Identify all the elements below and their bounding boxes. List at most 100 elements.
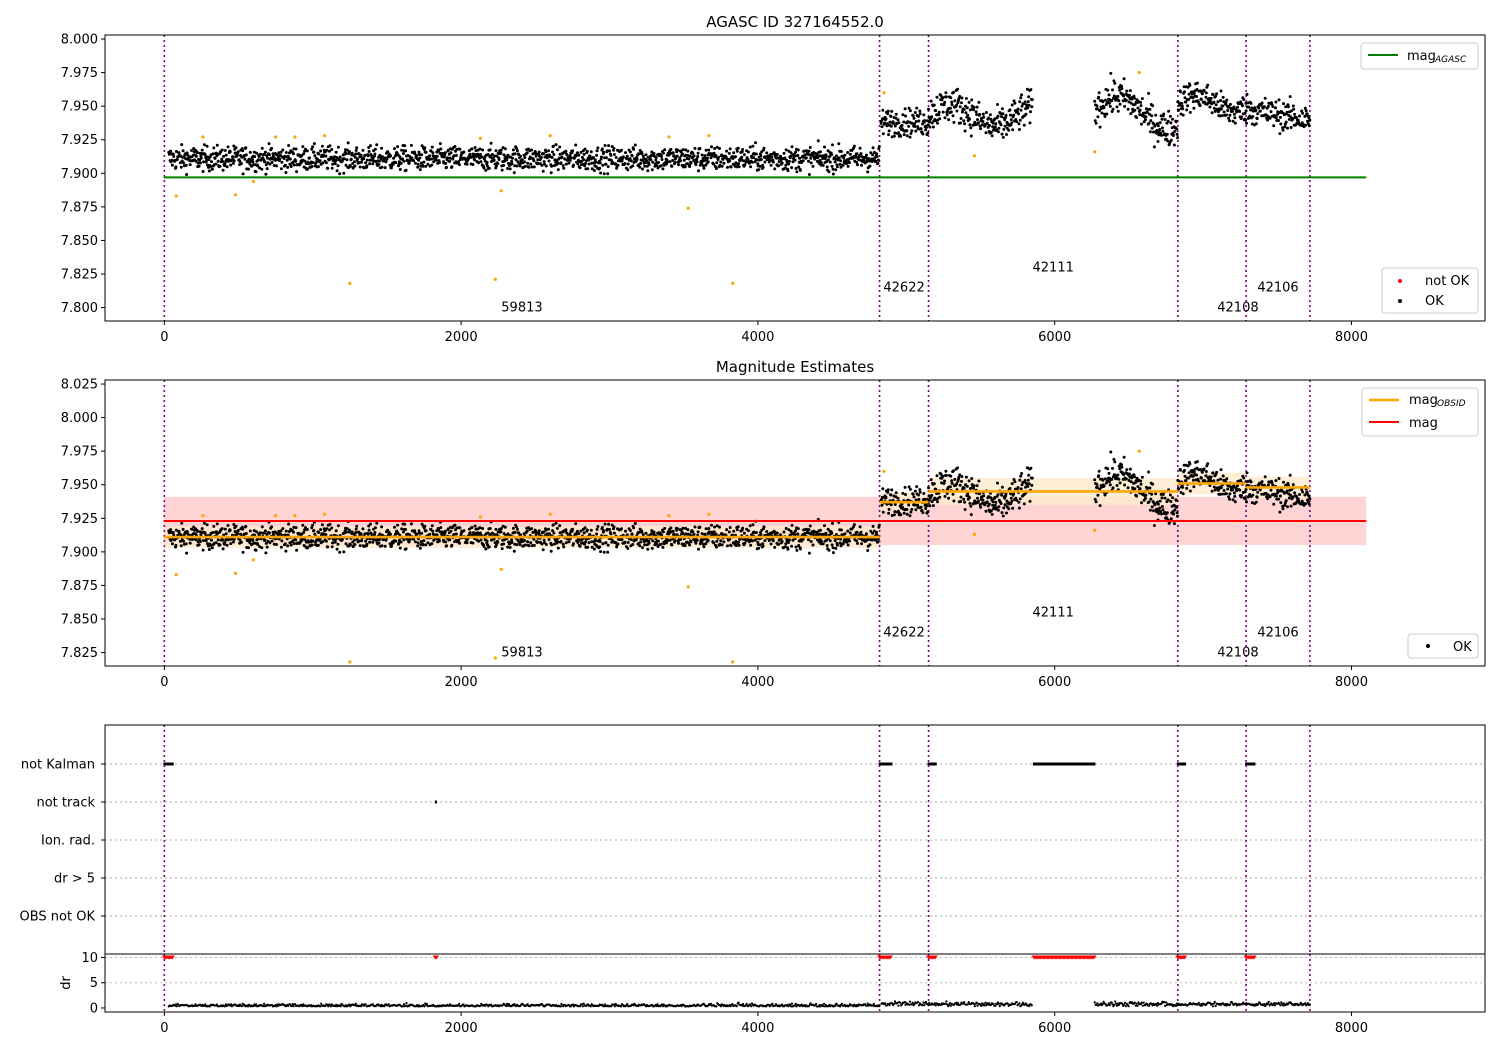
p1-ok-point xyxy=(762,146,766,150)
p2-outlier-point xyxy=(174,573,178,577)
p2-ok-point xyxy=(400,527,404,531)
p2-ok-point xyxy=(761,542,765,546)
p1-ok-point xyxy=(248,150,252,154)
p1-obsid-label: 42108 xyxy=(1217,301,1258,316)
p2-ok-point xyxy=(1211,471,1215,475)
p2-ok-point xyxy=(170,542,174,546)
p2-ok-point xyxy=(1000,485,1004,489)
p1-ok-point xyxy=(373,147,377,151)
p2-outlier-point xyxy=(274,514,278,518)
p2-ok-point xyxy=(465,541,469,545)
p1-ok-point xyxy=(415,154,419,158)
p1-ok-point xyxy=(881,108,885,112)
p1-ok-point xyxy=(795,170,799,174)
p1-ok-point xyxy=(1269,110,1273,114)
p1-ok-point xyxy=(1236,105,1239,109)
p1-ok-point xyxy=(915,106,919,110)
p2-obsid-label: 42108 xyxy=(1217,646,1258,661)
p2-ok-point xyxy=(881,487,885,491)
p1-ok-point xyxy=(503,147,507,151)
p1-ok-point xyxy=(442,155,446,159)
p1-outlier-point xyxy=(293,135,297,139)
p1-ok-point xyxy=(260,146,264,150)
p2-ok-point xyxy=(735,528,739,532)
p2-ok-point xyxy=(796,532,800,536)
p1-ok-point xyxy=(886,109,890,113)
p2-ok-point xyxy=(732,529,736,533)
p1-ok-point xyxy=(932,103,936,107)
p1-ok-point xyxy=(1214,103,1218,107)
p2-ok-point xyxy=(1195,473,1198,477)
p1-ok-point xyxy=(654,158,658,162)
p2-ok-point xyxy=(736,525,740,529)
p1-ok-point xyxy=(668,160,672,164)
p2-ok-point xyxy=(1002,506,1006,510)
p2-ok-point xyxy=(550,543,554,547)
p2-ok-point xyxy=(959,495,963,499)
p1-ok-point xyxy=(970,98,974,102)
p1-ok-point xyxy=(917,114,920,118)
p2-ok-point xyxy=(966,492,970,496)
p1-ok-point xyxy=(643,164,647,168)
p2-ok-point xyxy=(630,532,634,536)
p1-legend-notok-label: not OK xyxy=(1425,274,1470,289)
p1-ok-point xyxy=(1158,121,1162,125)
p2-ok-point xyxy=(484,547,488,551)
p2-ok-point xyxy=(1171,496,1175,500)
p2-ok-point xyxy=(600,526,604,529)
p1-ok-point xyxy=(999,123,1003,127)
p2-outlier-point xyxy=(731,660,735,664)
p1-ok-point xyxy=(880,125,884,129)
p1-ok-point xyxy=(354,152,358,156)
p1-ok-point xyxy=(1001,112,1005,116)
p2-ok-point xyxy=(1008,487,1012,490)
p1-ok-point xyxy=(1281,128,1285,132)
p1-outlier-point xyxy=(323,134,327,138)
p2-ok-point xyxy=(1158,506,1162,510)
p1-ok-point xyxy=(355,146,359,150)
p2-ok-point xyxy=(551,523,555,527)
p1-ok-point xyxy=(965,106,969,110)
p2-ok-point xyxy=(848,539,851,543)
p1-ok-point xyxy=(784,163,788,167)
p1-ok-point xyxy=(316,165,320,169)
p1-ok-point xyxy=(1220,114,1224,118)
p2-ok-point xyxy=(1009,496,1013,500)
p2-ok-point xyxy=(599,550,603,554)
p2-ok-point xyxy=(901,491,905,495)
p2-ok-point xyxy=(671,529,675,533)
p1-ok-point xyxy=(908,135,912,139)
p1-ok-point xyxy=(1125,89,1129,93)
p2-ok-point xyxy=(1123,483,1127,487)
p2-ok-point xyxy=(1298,493,1301,496)
p1-ok-point xyxy=(1233,116,1237,120)
p1-ok-point xyxy=(918,109,922,113)
p1-ok-point xyxy=(179,165,183,169)
p2-ok-point xyxy=(1030,483,1034,487)
p1-ok-point xyxy=(896,118,900,122)
p1-ok-point xyxy=(1244,109,1248,113)
p1-ok-point xyxy=(958,105,962,109)
p1-ok-point xyxy=(790,145,794,149)
p1-ok-point xyxy=(981,112,985,116)
p1-ok-point xyxy=(848,161,851,164)
p2-ok-point xyxy=(1144,496,1147,500)
p2-ok-point xyxy=(1288,473,1292,477)
p2-ok-point xyxy=(938,495,942,499)
p1-ok-point xyxy=(544,164,548,168)
p2-outlier-point xyxy=(478,515,482,519)
p2-ok-point xyxy=(1221,474,1225,478)
p1-ok-point xyxy=(541,169,545,173)
p1-outlier-point xyxy=(686,206,690,210)
p1-ok-point xyxy=(1245,92,1249,96)
p2-ok-point xyxy=(586,545,590,549)
p2-ok-point xyxy=(695,538,699,542)
p1-ok-point xyxy=(596,146,600,150)
p2-ok-point xyxy=(1224,492,1228,496)
p2-ok-point xyxy=(982,494,986,498)
p1-ok-point xyxy=(550,164,554,168)
p2-ok-point xyxy=(567,540,571,544)
p1-ok-point xyxy=(547,149,550,153)
p2-ok-point xyxy=(1101,478,1105,482)
p1-outlier-point xyxy=(234,193,238,197)
